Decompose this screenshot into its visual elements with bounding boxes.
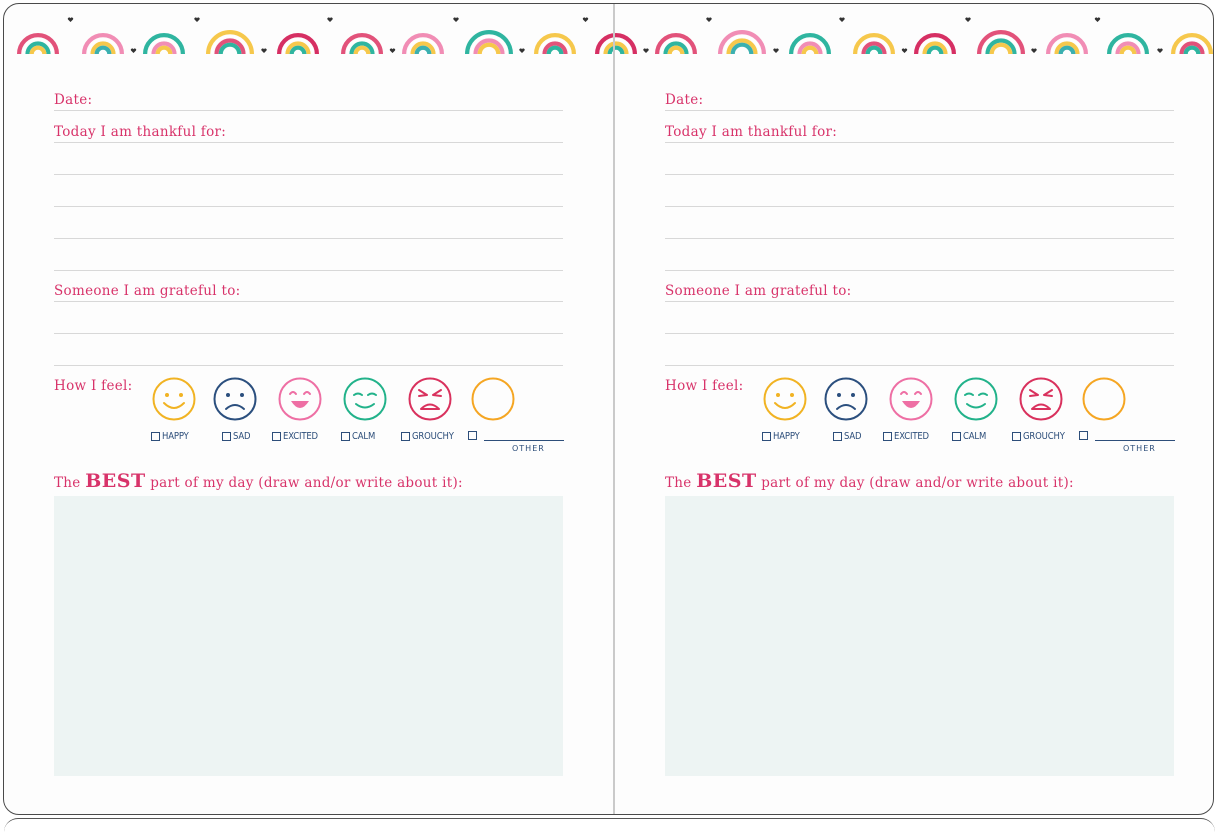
mood-option-excited[interactable]: EXCITED	[883, 431, 935, 442]
other-label: OTHER	[1123, 444, 1156, 453]
grouchy-face-icon	[1019, 377, 1063, 421]
mood-checkbox[interactable]	[883, 432, 892, 441]
grateful-label: Someone I am grateful to:	[665, 283, 852, 299]
mood-option-calm[interactable]: CALM	[341, 431, 379, 442]
other-line[interactable]	[484, 440, 564, 441]
best-word: BEST	[85, 470, 146, 492]
mood-option-sad[interactable]: SAD	[222, 431, 253, 442]
drawing-area[interactable]	[665, 496, 1174, 776]
calm-face-icon	[343, 377, 387, 421]
mood-option-happy[interactable]: HAPPY	[151, 431, 193, 442]
happy-face-icon	[152, 377, 196, 421]
best-suffix: part of my day (draw and/or write about …	[150, 475, 463, 491]
writing-line	[54, 142, 563, 143]
best-prefix: The	[54, 475, 81, 491]
mood-checkbox[interactable]	[1079, 431, 1088, 440]
mood-label: HAPPY	[773, 431, 800, 442]
excited-face-icon	[889, 377, 933, 421]
thankful-label: Today I am thankful for:	[665, 124, 838, 140]
writing-line	[665, 142, 1174, 143]
mood-option-grouchy[interactable]: GROUCHY	[1012, 431, 1072, 442]
mood-checkbox[interactable]	[833, 432, 842, 441]
best-part-label: The BEST part of my day (draw and/or wri…	[54, 470, 463, 492]
mood-label: SAD	[233, 431, 251, 442]
mood-label: CALM	[352, 431, 376, 442]
writing-line	[54, 333, 563, 334]
mood-label: SAD	[844, 431, 862, 442]
mood-checkbox[interactable]	[222, 432, 231, 441]
best-suffix: part of my day (draw and/or write about …	[761, 475, 1074, 491]
feel-label: How I feel:	[54, 378, 133, 394]
mood-option-calm[interactable]: CALM	[952, 431, 990, 442]
writing-line	[54, 301, 563, 302]
happy-face-icon	[763, 377, 807, 421]
mood-checkbox[interactable]	[952, 432, 961, 441]
writing-line	[54, 238, 563, 239]
writing-line	[665, 206, 1174, 207]
journal-spread: Date: Today I am thankful for: Someone I…	[3, 3, 1214, 815]
writing-line	[665, 333, 1174, 334]
mood-option-grouchy[interactable]: GROUCHY	[401, 431, 461, 442]
mood-label: HAPPY	[162, 431, 189, 442]
mood-option-other[interactable]	[468, 431, 477, 440]
writing-line	[54, 174, 563, 175]
writing-line	[665, 270, 1174, 271]
mood-label: EXCITED	[283, 431, 318, 442]
left-page: Date: Today I am thankful for: Someone I…	[4, 4, 604, 814]
date-label: Date:	[665, 92, 704, 108]
other-line[interactable]	[1095, 440, 1175, 441]
mood-checkbox[interactable]	[401, 432, 410, 441]
mood-checkbox[interactable]	[151, 432, 160, 441]
mood-label: EXCITED	[894, 431, 929, 442]
best-part-label: The BEST part of my day (draw and/or wri…	[665, 470, 1074, 492]
best-word: BEST	[696, 470, 757, 492]
mood-option-other[interactable]	[1079, 431, 1088, 440]
mood-checkbox[interactable]	[1012, 432, 1021, 441]
date-label: Date:	[54, 92, 93, 108]
writing-line	[665, 365, 1174, 366]
sad-face-icon	[824, 377, 868, 421]
mood-option-sad[interactable]: SAD	[833, 431, 864, 442]
mood-label: CALM	[963, 431, 987, 442]
mood-checkbox[interactable]	[762, 432, 771, 441]
other-label: OTHER	[512, 444, 545, 453]
grateful-label: Someone I am grateful to:	[54, 283, 241, 299]
mood-label: GROUCHY	[412, 431, 454, 442]
thankful-label: Today I am thankful for:	[54, 124, 227, 140]
grouchy-face-icon	[408, 377, 452, 421]
writing-line	[665, 301, 1174, 302]
calm-face-icon	[954, 377, 998, 421]
blank-face-icon	[471, 377, 515, 421]
blank-face-icon	[1082, 377, 1126, 421]
right-page: Date: Today I am thankful for: Someone I…	[615, 4, 1213, 814]
mood-checkbox[interactable]	[468, 431, 477, 440]
writing-line	[54, 206, 563, 207]
next-page-edge	[4, 818, 1215, 839]
writing-line	[665, 238, 1174, 239]
drawing-area[interactable]	[54, 496, 563, 776]
mood-label: GROUCHY	[1023, 431, 1065, 442]
mood-option-excited[interactable]: EXCITED	[272, 431, 324, 442]
mood-option-happy[interactable]: HAPPY	[762, 431, 804, 442]
date-line	[54, 110, 563, 111]
mood-checkbox[interactable]	[272, 432, 281, 441]
best-prefix: The	[665, 475, 692, 491]
sad-face-icon	[213, 377, 257, 421]
date-line	[665, 110, 1174, 111]
mood-checkbox[interactable]	[341, 432, 350, 441]
excited-face-icon	[278, 377, 322, 421]
writing-line	[54, 365, 563, 366]
writing-line	[665, 174, 1174, 175]
feel-label: How I feel:	[665, 378, 744, 394]
writing-line	[54, 270, 563, 271]
